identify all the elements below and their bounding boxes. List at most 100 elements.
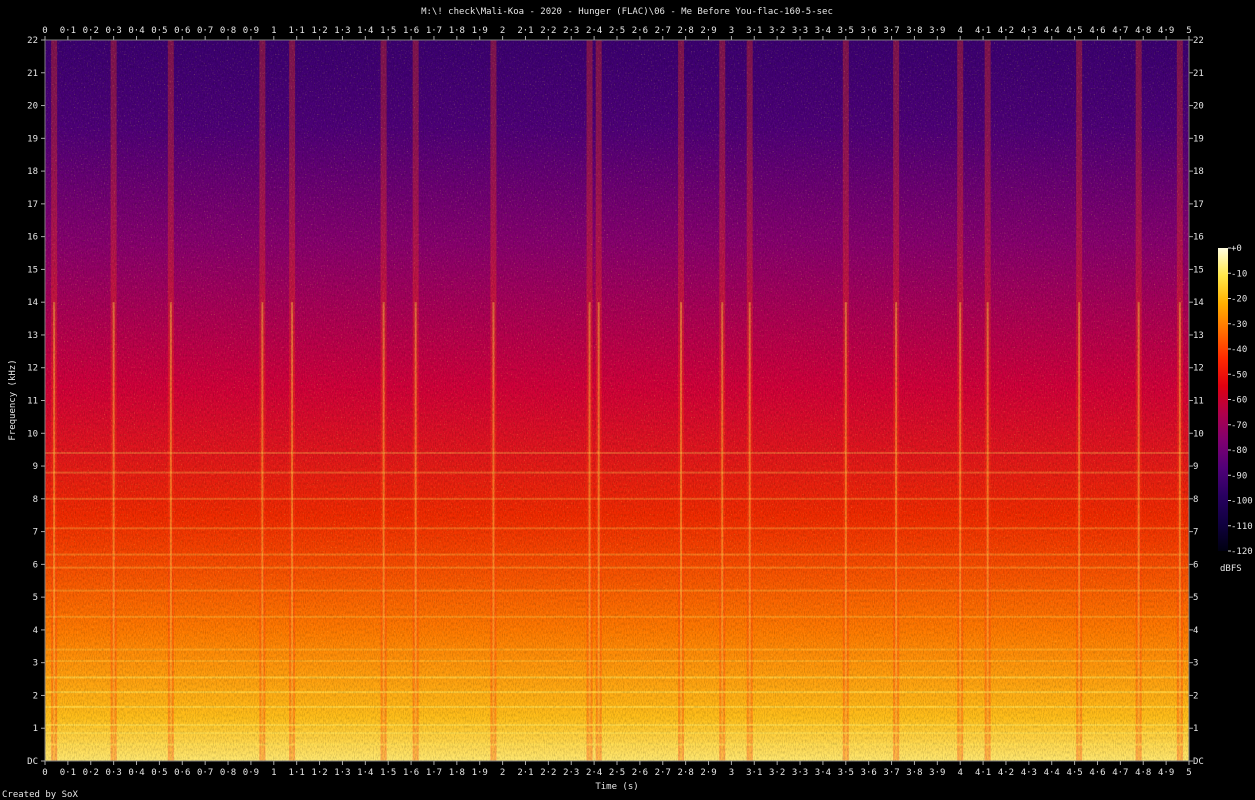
x-tick-label-top: 2·8 [678,26,694,36]
colorbar-tick-label: -50 [1231,370,1247,380]
x-tick-label-bottom: 1·4 [357,768,373,778]
colorbar-tick-label: -60 [1231,396,1247,406]
x-tick-label-bottom: 4·7 [1112,768,1128,778]
colorbar-tick-label: -20 [1231,295,1247,305]
y-tick-label-left: 6 [33,560,38,570]
x-axis-top: 0 0·1 0·2 0·3 0·4 0·5 0·6 0·7 0·8 0·9 1 1·1 1·2 1·3 1·… [42,26,1192,40]
x-tick-label-bottom: 1·7 [426,768,442,778]
x-tick-label-bottom: 2·2 [540,768,556,778]
colorbar-tick-label: +0 [1231,244,1242,254]
x-tick-label-top: 3·5 [838,26,854,36]
x-tick-label-bottom: 1 [271,768,276,778]
y-tick-label-right: 21 [1193,69,1204,79]
x-tick-label-top: 2 [500,26,505,36]
x-tick-label-bottom: 0·8 [220,768,236,778]
colorbar-tick-label: -110 [1231,522,1253,532]
x-tick-label-bottom: 4·5 [1066,768,1082,778]
y-tick-label-left: 14 [27,298,38,308]
colorbar-tick-label: -120 [1231,547,1253,557]
x-tick-label-top: 1·4 [357,26,373,36]
x-tick-label-bottom: 2·8 [678,768,694,778]
y-tick-label-left: 2 [33,691,38,701]
x-tick-label-bottom: 4·8 [1135,768,1151,778]
x-tick-label-bottom: 3·1 [746,768,762,778]
x-tick-label-bottom: 0·1 [60,768,76,778]
y-tick-label-left: DC [27,757,38,767]
y-tick-label-left: 22 [27,36,38,46]
x-tick-label-top: 2·9 [700,26,716,36]
x-tick-label-top: 0·4 [128,26,144,36]
x-tick-label-top: 4·9 [1158,26,1174,36]
x-tick-label-top: 4·7 [1112,26,1128,36]
x-tick-label-bottom: 3·6 [861,768,877,778]
y-tick-label-left: 11 [27,397,38,407]
x-tick-label-top: 3·1 [746,26,762,36]
x-tick-label-bottom: 2·1 [517,768,533,778]
x-tick-label-bottom: 3·2 [769,768,785,778]
x-tick-label-bottom: 5 [1186,768,1191,778]
x-tick-label-top: 0 [42,26,47,36]
x-tick-label-top: 0·1 [60,26,76,36]
x-tick-label-top: 2·3 [563,26,579,36]
y-tick-label-left: 17 [27,200,38,210]
x-tick-label-bottom: 0·5 [151,768,167,778]
x-tick-label-top: 4·3 [1021,26,1037,36]
x-tick-label-top: 4 [957,26,962,36]
x-tick-label-top: 2·2 [540,26,556,36]
spectrogram-noise [45,40,1189,761]
colorbar: +0 -10 -20 -30 -40 -50 -60 -70 -80 -90 -100 -110 -12… [1218,244,1253,574]
x-axis-bottom: 0 0·1 0·2 0·3 0·4 0·5 0·6 0·7 0·8 0·9 1 1·1 1·2 1·3 1·… [42,761,1192,778]
x-axis-label: Time (s) [595,782,638,792]
x-tick-label-bottom: 4·6 [1089,768,1105,778]
colorbar-tick-label: -90 [1231,471,1247,481]
x-tick-label-top: 0·3 [106,26,122,36]
y-tick-label-right: 9 [1193,462,1198,472]
x-tick-label-top: 4·5 [1066,26,1082,36]
y-tick-label-left: 12 [27,364,38,374]
x-tick-label-bottom: 1·5 [380,768,396,778]
x-tick-label-bottom: 3·3 [792,768,808,778]
y-tick-label-right: 4 [1193,626,1198,636]
x-tick-label-top: 0·6 [174,26,190,36]
x-tick-label-bottom: 1·9 [472,768,488,778]
x-tick-label-top: 3 [729,26,734,36]
y-tick-label-left: 1 [33,724,38,734]
x-tick-label-bottom: 0·7 [197,768,213,778]
x-tick-label-top: 1 [271,26,276,36]
x-tick-label-top: 2·7 [655,26,671,36]
x-tick-label-top: 4·8 [1135,26,1151,36]
x-tick-label-top: 3·3 [792,26,808,36]
colorbar-tick-label: -40 [1231,345,1247,355]
y-tick-label-right: 6 [1193,560,1198,570]
x-tick-label-bottom: 0·2 [83,768,99,778]
y-tick-label-right: 5 [1193,593,1198,603]
y-tick-label-right: 1 [1193,724,1198,734]
y-tick-label-left: 15 [27,265,38,275]
x-tick-label-top: 1·2 [311,26,327,36]
x-tick-label-top: 2·1 [517,26,533,36]
y-tick-label-right: DC [1193,757,1204,767]
x-tick-label-top: 0·7 [197,26,213,36]
x-tick-label-top: 0·8 [220,26,236,36]
y-axis-right: DC12345678910111213141516171819202122 [1189,36,1204,767]
chart-title: M:\! check\Mali-Koa - 2020 - Hunger (FLA… [421,7,833,17]
plot-area [45,40,1189,761]
x-tick-label-top: 2·4 [586,26,602,36]
x-tick-label-bottom: 0·4 [128,768,144,778]
x-tick-label-bottom: 0 [42,768,47,778]
y-tick-label-left: 9 [33,462,38,472]
x-tick-label-bottom: 3·4 [815,768,831,778]
y-tick-label-right: 10 [1193,429,1204,439]
x-tick-label-bottom: 4·2 [998,768,1014,778]
x-tick-label-bottom: 4·4 [1044,768,1060,778]
y-tick-label-right: 22 [1193,36,1204,46]
y-tick-label-right: 13 [1193,331,1204,341]
x-tick-label-top: 4·6 [1089,26,1105,36]
x-tick-label-bottom: 4·9 [1158,768,1174,778]
x-tick-label-top: 1·9 [472,26,488,36]
x-tick-label-top: 1·1 [289,26,305,36]
y-tick-label-right: 2 [1193,691,1198,701]
footer-credit: Created by SoX [2,790,78,800]
y-tick-label-left: 10 [27,429,38,439]
x-tick-label-top: 3·8 [906,26,922,36]
